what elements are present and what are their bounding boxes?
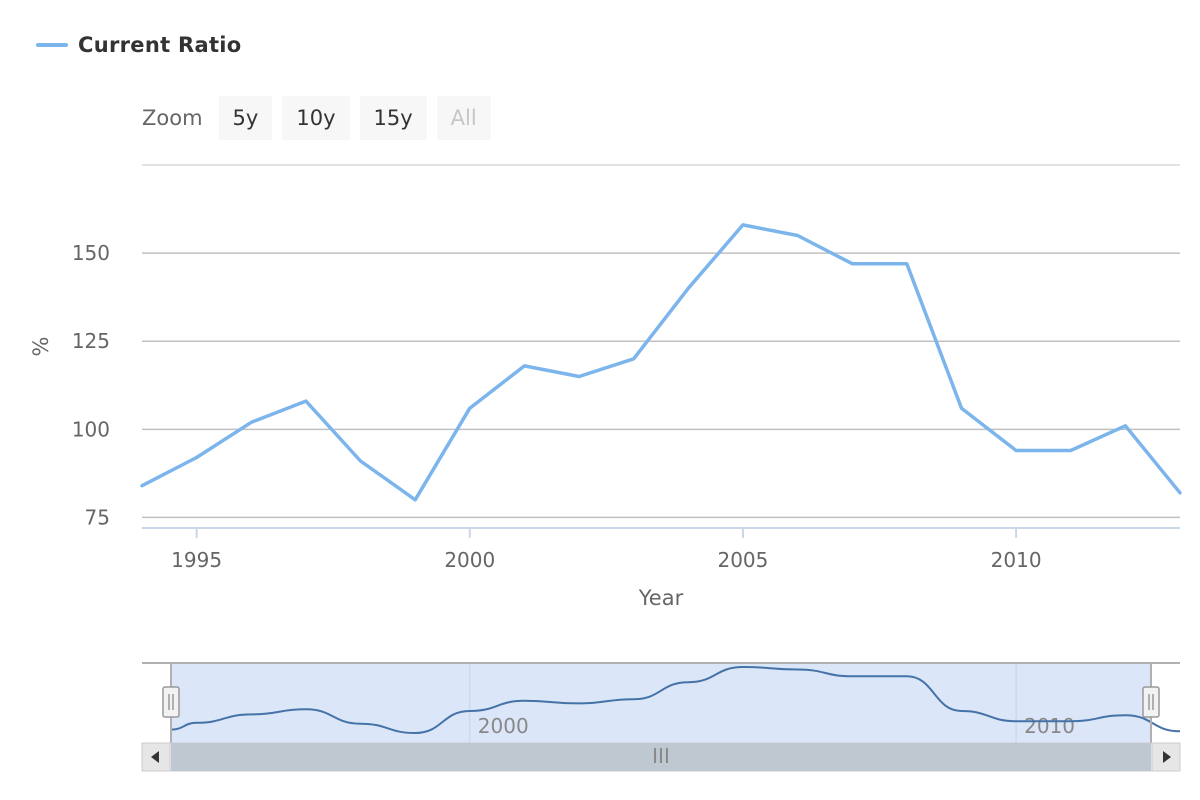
- data-point[interactable]: [467, 405, 473, 411]
- x-axis-title: Year: [638, 586, 684, 610]
- y-tick-label: 75: [85, 505, 110, 529]
- navigator-tick-label: 2000: [478, 714, 529, 738]
- data-point[interactable]: [194, 455, 200, 461]
- series-line-current-ratio[interactable]: [140, 223, 1182, 502]
- data-point[interactable]: [631, 356, 637, 362]
- data-point[interactable]: [358, 458, 364, 464]
- data-point[interactable]: [904, 261, 910, 267]
- y-tick-label: 100: [72, 417, 110, 441]
- x-tick-label: 2000: [444, 548, 495, 572]
- line-chart: 75100125150% 1995 2000 2005 2010Year 2000 20…: [29, 164, 1183, 772]
- navigator-right-handle[interactable]: [1142, 686, 1160, 718]
- navigator: 2000 2010: [142, 662, 1181, 743]
- data-point[interactable]: [849, 261, 855, 267]
- navigator-tick-label: 2010: [1024, 714, 1075, 738]
- navigator-selected-range[interactable]: [171, 663, 1151, 743]
- grid-lines: [142, 164, 1180, 519]
- x-tick-label: 1995: [171, 548, 222, 572]
- data-point[interactable]: [740, 222, 746, 228]
- y-tick-label: 125: [72, 329, 110, 353]
- data-point[interactable]: [1122, 423, 1128, 429]
- data-point[interactable]: [1068, 447, 1074, 453]
- y-axis: 75 100 125 150%: [29, 241, 110, 529]
- y-tick-label: 150: [72, 241, 110, 265]
- data-point[interactable]: [412, 497, 418, 503]
- x-axis: 1995 2000 2005 2010 Year: [142, 527, 1180, 610]
- data-point[interactable]: [958, 405, 964, 411]
- scrollbar-grip: III: [652, 744, 670, 768]
- scrollbar: III: [141, 742, 1181, 772]
- data-point[interactable]: [521, 363, 527, 369]
- data-point[interactable]: [1177, 490, 1183, 496]
- data-point[interactable]: [139, 483, 145, 489]
- navigator-left-handle[interactable]: [162, 686, 180, 718]
- data-point[interactable]: [1013, 447, 1019, 453]
- plot-area: [139, 222, 1183, 503]
- y-axis-title: %: [29, 337, 53, 357]
- data-point[interactable]: [303, 398, 309, 404]
- data-point[interactable]: [576, 373, 582, 379]
- x-tick-label: 2005: [717, 548, 768, 572]
- data-point[interactable]: [795, 232, 801, 238]
- x-tick-label: 2010: [991, 548, 1042, 572]
- data-point[interactable]: [248, 419, 254, 425]
- data-point[interactable]: [685, 285, 691, 291]
